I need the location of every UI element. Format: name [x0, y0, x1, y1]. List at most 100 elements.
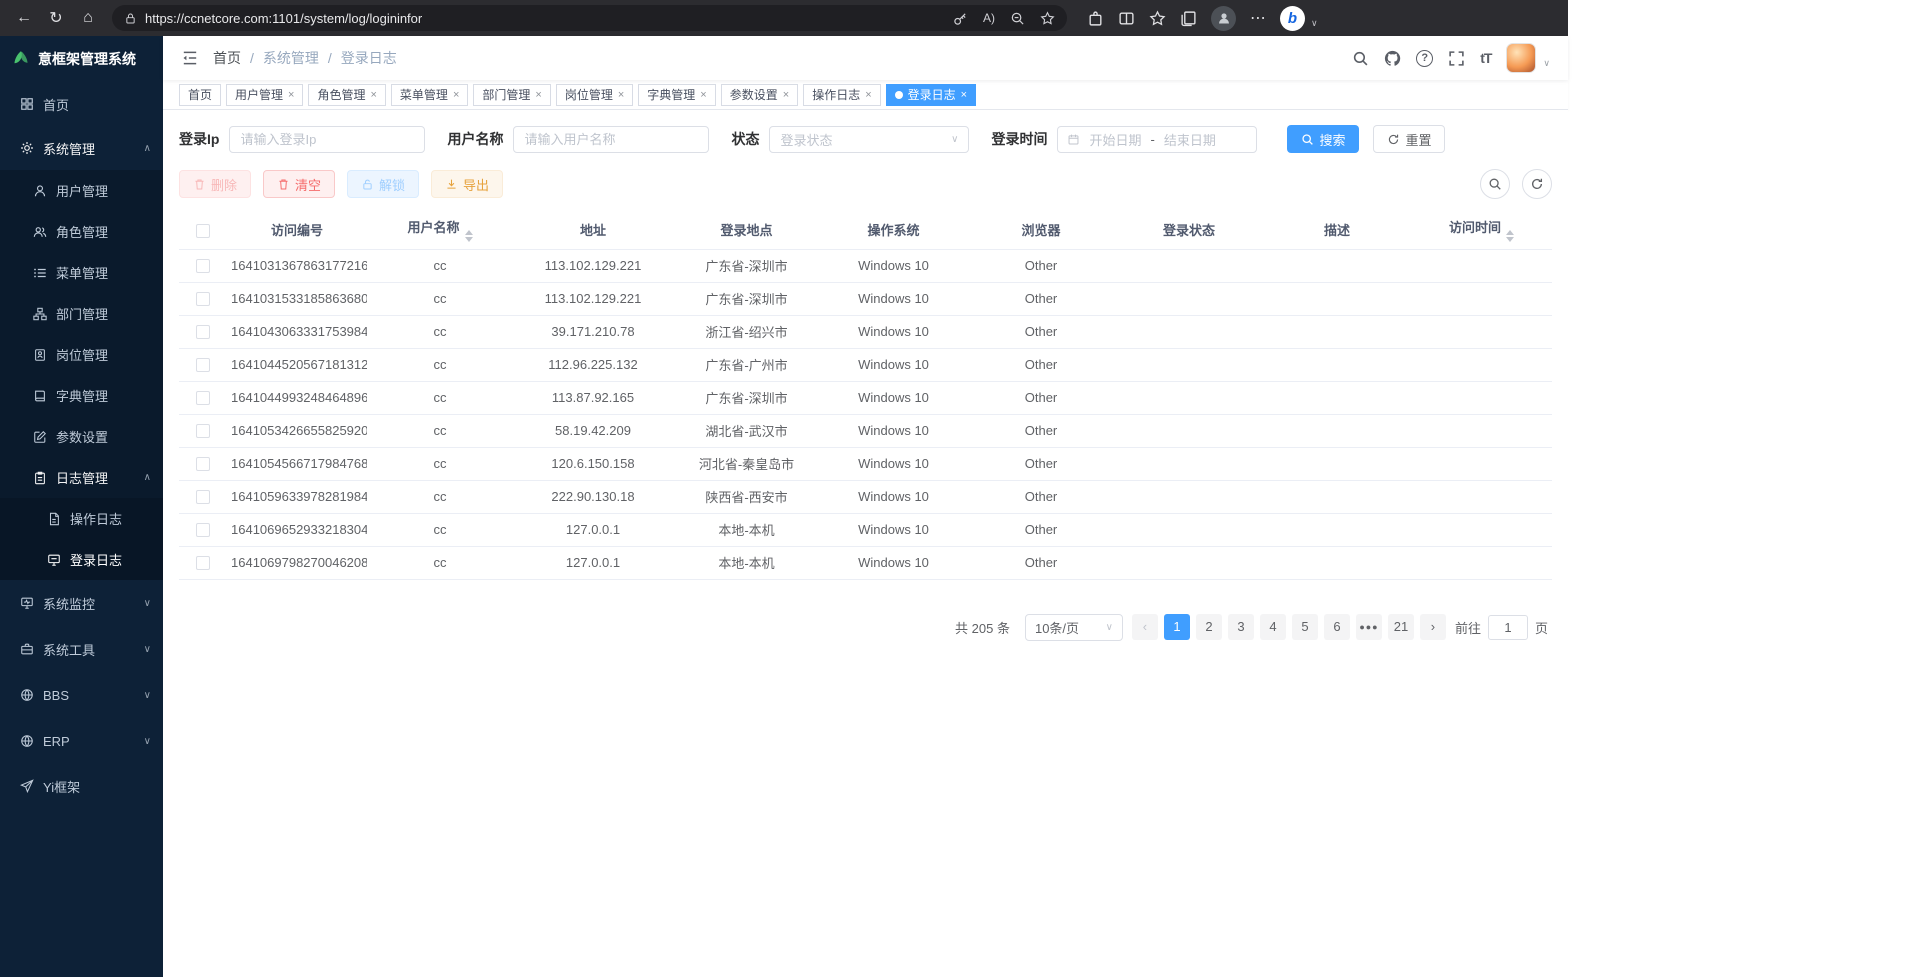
- table-row[interactable]: 1641031367863177216 cc 113.102.129.221 广…: [179, 249, 1552, 282]
- page-button-5[interactable]: 5: [1292, 614, 1318, 640]
- tab-operation-log[interactable]: 操作日志×: [803, 84, 880, 106]
- sidebar-item-system[interactable]: 系统管理 ∧: [0, 126, 163, 170]
- page-button-6[interactable]: 6: [1324, 614, 1350, 640]
- browser-back-icon[interactable]: ←: [10, 4, 38, 32]
- sidebar-item-home[interactable]: 首页: [0, 82, 163, 126]
- tab-post-mgmt[interactable]: 岗位管理×: [556, 84, 633, 106]
- tab-home[interactable]: 首页: [179, 84, 221, 106]
- toggle-search-button[interactable]: [1480, 169, 1510, 199]
- zoom-icon[interactable]: [1010, 11, 1025, 26]
- row-checkbox[interactable]: [196, 325, 210, 339]
- table-row[interactable]: 1641044520567181312 cc 112.96.225.132 广东…: [179, 348, 1552, 381]
- close-icon[interactable]: ×: [370, 89, 376, 101]
- table-row[interactable]: 1641053426655825920 cc 58.19.42.209 湖北省-…: [179, 414, 1552, 447]
- sidebar-item-operation-log[interactable]: 操作日志: [0, 498, 163, 539]
- tab-role-mgmt[interactable]: 角色管理×: [308, 84, 385, 106]
- help-icon[interactable]: ?: [1416, 50, 1433, 67]
- select-all-checkbox[interactable]: [196, 224, 210, 238]
- user-name-input[interactable]: [513, 126, 709, 153]
- app-logo[interactable]: 意框架管理系统: [0, 36, 163, 82]
- more-pages-icon[interactable]: ●●●: [1356, 614, 1382, 640]
- breadcrumb-home[interactable]: 首页: [213, 48, 241, 68]
- sidebar-item-roles[interactable]: 角色管理: [0, 211, 163, 252]
- fullscreen-icon[interactable]: [1448, 50, 1465, 67]
- close-icon[interactable]: ×: [865, 89, 871, 101]
- page-size-select[interactable]: 10条/页 ∨: [1025, 614, 1123, 641]
- row-checkbox[interactable]: [196, 424, 210, 438]
- tab-dept-mgmt[interactable]: 部门管理×: [473, 84, 550, 106]
- tab-login-log[interactable]: 登录日志×: [886, 84, 976, 106]
- sidebar-item-parameters[interactable]: 参数设置: [0, 416, 163, 457]
- close-icon[interactable]: ×: [618, 89, 624, 101]
- sidebar-item-erp[interactable]: ERP ∨: [0, 718, 163, 764]
- sidebar-item-posts[interactable]: 岗位管理: [0, 334, 163, 375]
- row-checkbox[interactable]: [196, 523, 210, 537]
- address-bar[interactable]: https://ccnetcore.com:1101/system/log/lo…: [112, 5, 1067, 31]
- sort-icon[interactable]: [465, 230, 473, 242]
- split-screen-icon[interactable]: [1118, 10, 1135, 27]
- sidebar-item-bbs[interactable]: BBS ∨: [0, 672, 163, 718]
- close-icon[interactable]: ×: [453, 89, 459, 101]
- row-checkbox[interactable]: [196, 457, 210, 471]
- close-icon[interactable]: ×: [288, 89, 294, 101]
- sidebar-item-departments[interactable]: 部门管理: [0, 293, 163, 334]
- read-aloud-icon[interactable]: A): [983, 11, 995, 25]
- close-icon[interactable]: ×: [783, 89, 789, 101]
- reset-button[interactable]: 重置: [1373, 125, 1445, 153]
- tab-menu-mgmt[interactable]: 菜单管理×: [391, 84, 468, 106]
- table-row[interactable]: 1641069798270046208 cc 127.0.0.1 本地-本机 W…: [179, 546, 1552, 579]
- prev-page-button[interactable]: ‹: [1132, 614, 1158, 640]
- browser-refresh-icon[interactable]: ↻: [42, 4, 70, 32]
- goto-page-input[interactable]: [1488, 615, 1528, 640]
- date-range-picker[interactable]: 开始日期 - 结束日期: [1057, 126, 1257, 153]
- clear-button[interactable]: 清空: [263, 170, 335, 198]
- tab-dict-mgmt[interactable]: 字典管理×: [638, 84, 715, 106]
- table-row[interactable]: 1641069652933218304 cc 127.0.0.1 本地-本机 W…: [179, 513, 1552, 546]
- sidebar-item-monitoring[interactable]: 系统监控 ∨: [0, 580, 163, 626]
- page-button-4[interactable]: 4: [1260, 614, 1286, 640]
- browser-profile-avatar[interactable]: [1211, 6, 1236, 31]
- github-icon[interactable]: [1384, 50, 1401, 67]
- sidebar-item-users[interactable]: 用户管理: [0, 170, 163, 211]
- search-icon[interactable]: [1352, 50, 1369, 67]
- extensions-icon[interactable]: [1087, 10, 1104, 27]
- page-button-3[interactable]: 3: [1228, 614, 1254, 640]
- sidebar-item-login-log[interactable]: 登录日志: [0, 539, 163, 580]
- user-avatar[interactable]: [1506, 43, 1536, 73]
- row-checkbox[interactable]: [196, 292, 210, 306]
- copilot-caret-icon[interactable]: ∨: [1311, 18, 1318, 31]
- table-row[interactable]: 1641044993248464896 cc 113.87.92.165 广东省…: [179, 381, 1552, 414]
- tab-param-settings[interactable]: 参数设置×: [721, 84, 798, 106]
- sidebar-item-tools[interactable]: 系统工具 ∨: [0, 626, 163, 672]
- sidebar-item-logs[interactable]: 日志管理 ∧: [0, 457, 163, 498]
- row-checkbox[interactable]: [196, 358, 210, 372]
- tab-user-mgmt[interactable]: 用户管理×: [226, 84, 303, 106]
- breadcrumb-system[interactable]: 系统管理: [263, 48, 319, 68]
- next-page-button[interactable]: ›: [1420, 614, 1446, 640]
- collections-icon[interactable]: [1180, 10, 1197, 27]
- close-icon[interactable]: ×: [535, 89, 541, 101]
- page-button-last[interactable]: 21: [1388, 614, 1414, 640]
- avatar-caret-icon[interactable]: ∨: [1543, 58, 1550, 73]
- page-button-2[interactable]: 2: [1196, 614, 1222, 640]
- row-checkbox[interactable]: [196, 490, 210, 504]
- sidebar-item-menus[interactable]: 菜单管理: [0, 252, 163, 293]
- login-ip-input[interactable]: [229, 126, 425, 153]
- password-key-icon[interactable]: [953, 11, 968, 26]
- status-select[interactable]: 登录状态 ∨: [769, 126, 969, 153]
- sidebar-item-yi-framework[interactable]: Yi框架: [0, 764, 163, 808]
- favorites-icon[interactable]: [1149, 10, 1166, 27]
- table-row[interactable]: 1641054566717984768 cc 120.6.150.158 河北省…: [179, 447, 1552, 480]
- sort-icon[interactable]: [1506, 230, 1514, 242]
- row-checkbox[interactable]: [196, 391, 210, 405]
- row-checkbox[interactable]: [196, 259, 210, 273]
- unlock-button[interactable]: 解锁: [347, 170, 419, 198]
- url-text[interactable]: https://ccnetcore.com:1101/system/log/lo…: [145, 11, 945, 26]
- search-button[interactable]: 搜索: [1287, 125, 1359, 153]
- add-favorite-star-icon[interactable]: [1040, 11, 1055, 26]
- menu-fold-icon[interactable]: [181, 49, 199, 67]
- close-icon[interactable]: ×: [961, 89, 967, 101]
- sidebar-item-dictionary[interactable]: 字典管理: [0, 375, 163, 416]
- close-icon[interactable]: ×: [700, 89, 706, 101]
- table-row[interactable]: 1641043063331753984 cc 39.171.210.78 浙江省…: [179, 315, 1552, 348]
